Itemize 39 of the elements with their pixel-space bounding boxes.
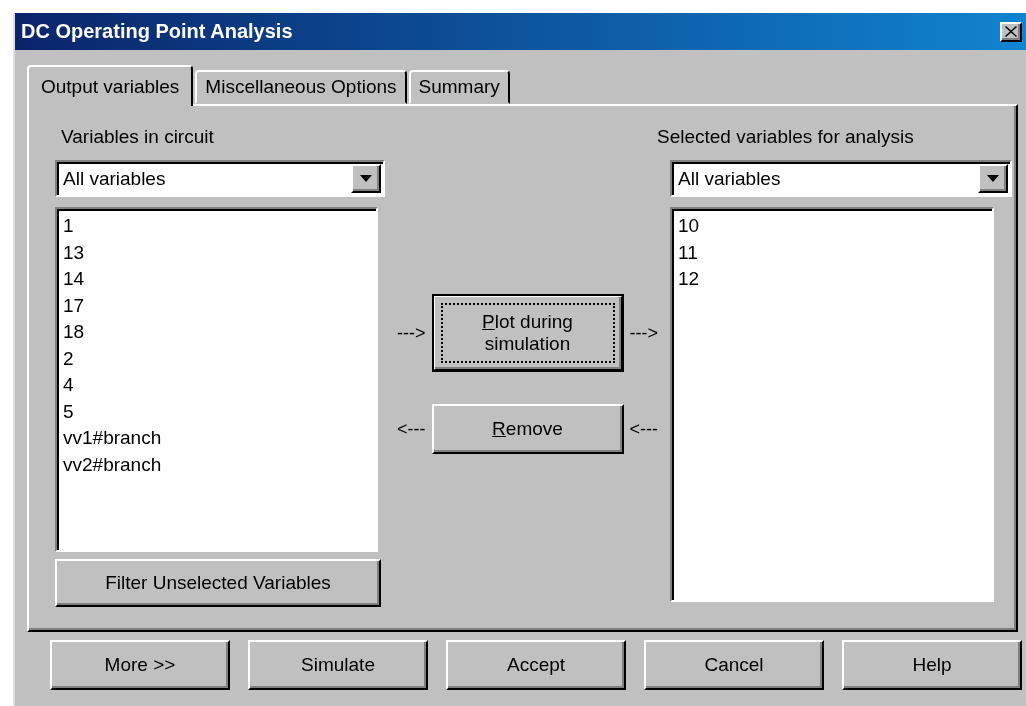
list-item[interactable]: 14 xyxy=(63,266,370,293)
list-item[interactable]: vv2#branch xyxy=(63,451,370,478)
list-item[interactable]: 1 xyxy=(63,213,370,240)
dialog-button[interactable]: Accept xyxy=(446,640,626,690)
list-item[interactable]: 11 xyxy=(678,239,986,266)
dialog-button[interactable]: Help xyxy=(842,640,1022,690)
tab[interactable]: Summary xyxy=(408,70,510,104)
window-title: DC Operating Point Analysis xyxy=(21,20,293,43)
dropdown-arrow-icon xyxy=(987,175,999,182)
list-item[interactable]: 12 xyxy=(678,266,986,293)
filter-dropdown[interactable]: All variables xyxy=(670,160,1012,197)
list-item[interactable]: 18 xyxy=(63,319,370,346)
arrow-label: ---> xyxy=(629,322,658,344)
dialog-button[interactable]: Cancel xyxy=(644,640,824,690)
arrow-label: <--- xyxy=(629,418,658,440)
list-item[interactable]: 17 xyxy=(63,292,370,319)
arrow-label: ---> xyxy=(397,322,426,344)
variable-list[interactable]: 10 11 12 xyxy=(670,207,994,602)
tab[interactable]: Output variables xyxy=(27,65,194,106)
list-item[interactable]: vv1#branch xyxy=(63,425,370,452)
filter-button[interactable]: Filter Unselected Variables xyxy=(55,559,381,607)
tab[interactable]: Miscellaneous Options xyxy=(195,70,407,104)
close-icon xyxy=(1005,26,1017,37)
list-item[interactable]: 10 xyxy=(678,213,986,240)
variable-list[interactable]: 1 13 14 17 18 2 4 5 vv1#branch vv2#branch xyxy=(55,207,378,552)
list-item[interactable]: 5 xyxy=(63,398,370,425)
close-button[interactable] xyxy=(1000,21,1022,42)
filter-dropdown[interactable]: All variables xyxy=(55,160,385,197)
dialog-button[interactable]: More >> xyxy=(50,640,230,690)
list-item[interactable]: 4 xyxy=(63,372,370,399)
transfer-button[interactable]: Plot during simulation xyxy=(431,294,624,372)
section-label: Selected variables for analysis xyxy=(657,126,915,148)
dropdown-arrow-icon xyxy=(360,175,372,182)
dialog-button[interactable]: Simulate xyxy=(248,640,428,690)
section-label: Variables in circuit xyxy=(61,126,215,148)
list-item[interactable]: 2 xyxy=(63,345,370,372)
transfer-button[interactable]: Remove xyxy=(431,404,624,454)
arrow-label: <--- xyxy=(397,418,426,440)
list-item[interactable]: 13 xyxy=(63,239,370,266)
